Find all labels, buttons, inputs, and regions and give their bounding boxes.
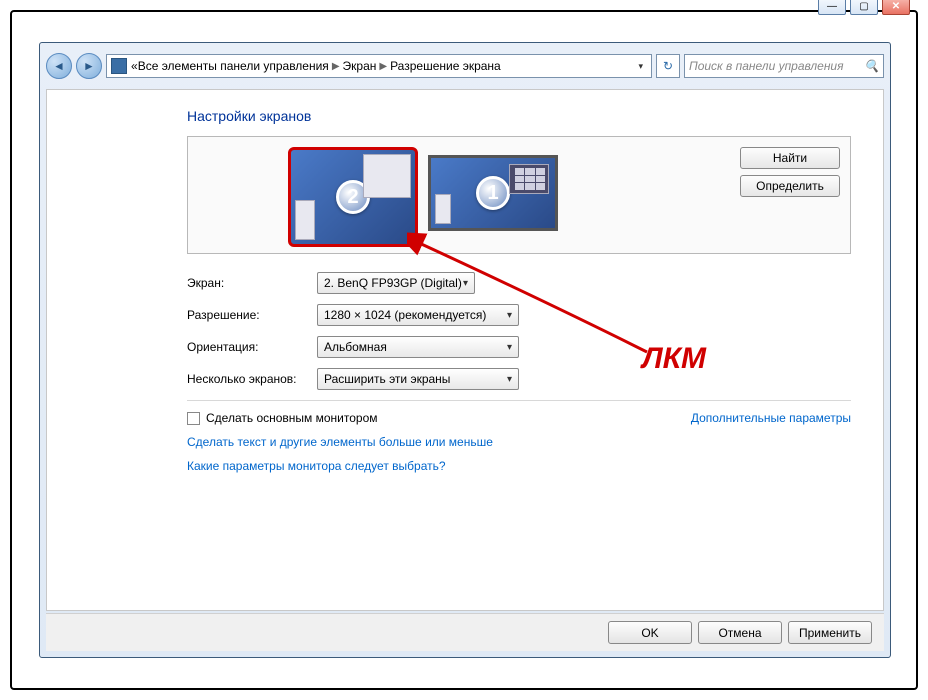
ok-button[interactable]: OK (608, 621, 692, 644)
navigation-bar: ◄ ► « Все элементы панели управления ▶ Э… (46, 49, 884, 83)
back-button[interactable]: ◄ (46, 53, 72, 79)
cancel-button[interactable]: Отмена (698, 621, 782, 644)
monitor-decoration (363, 154, 411, 198)
monitor-arrangement-area[interactable]: Найти Определить 2 1 (187, 136, 851, 254)
address-dropdown-icon[interactable]: ▾ (634, 61, 647, 72)
multiple-displays-select[interactable]: Расширить эти экраны (317, 368, 519, 390)
monitor-decoration (435, 194, 451, 224)
search-input[interactable]: Поиск в панели управления 🔍 (684, 54, 884, 78)
minimize-button[interactable]: — (818, 0, 846, 15)
dialog-button-bar: OK Отмена Применить (46, 613, 884, 651)
address-bar[interactable]: « Все элементы панели управления ▶ Экран… (106, 54, 652, 78)
advanced-settings-link[interactable]: Дополнительные параметры (691, 411, 851, 425)
control-panel-icon (111, 58, 127, 74)
monitor-1[interactable]: 1 (428, 155, 558, 231)
multiple-displays-label: Несколько экранов: (187, 372, 317, 386)
window: ◄ ► « Все элементы панели управления ▶ Э… (39, 42, 891, 658)
window-controls: — ▢ ✕ (818, 0, 910, 15)
apply-button[interactable]: Применить (788, 621, 872, 644)
resolution-select[interactable]: 1280 × 1024 (рекомендуется) (317, 304, 519, 326)
search-placeholder: Поиск в панели управления (689, 59, 844, 73)
monitor-number-badge: 1 (476, 176, 510, 210)
maximize-button[interactable]: ▢ (850, 0, 878, 15)
which-settings-link[interactable]: Какие параметры монитора следует выбрать… (187, 459, 851, 473)
divider (187, 400, 851, 401)
close-button[interactable]: ✕ (882, 0, 910, 15)
resolution-label: Разрешение: (187, 308, 317, 322)
chevron-right-icon: ▶ (379, 61, 387, 72)
breadcrumb-item[interactable]: Разрешение экрана (390, 59, 501, 73)
content-area: Настройки экранов Найти Определить 2 1 (46, 89, 884, 611)
breadcrumb-prefix: « (131, 59, 138, 73)
breadcrumb-item[interactable]: Экран (343, 59, 377, 73)
orientation-select[interactable]: Альбомная (317, 336, 519, 358)
breadcrumb-item[interactable]: Все элементы панели управления (138, 59, 329, 73)
text-size-link[interactable]: Сделать текст и другие элементы больше и… (187, 435, 851, 449)
screen-label: Экран: (187, 276, 317, 290)
make-primary-label: Сделать основным монитором (206, 411, 378, 425)
monitor-decoration (515, 168, 545, 190)
outer-frame: — ▢ ✕ ◄ ► « Все элементы панели управлен… (10, 10, 918, 690)
search-icon[interactable]: 🔍 (864, 59, 879, 73)
screen-select[interactable]: 2. BenQ FP93GP (Digital) (317, 272, 475, 294)
chevron-right-icon: ▶ (332, 61, 340, 72)
make-primary-checkbox[interactable] (187, 412, 200, 425)
identify-button[interactable]: Определить (740, 175, 840, 197)
page-title: Настройки экранов (187, 108, 851, 124)
refresh-button[interactable]: ↻ (656, 54, 680, 78)
orientation-label: Ориентация: (187, 340, 317, 354)
forward-button[interactable]: ► (76, 53, 102, 79)
find-button[interactable]: Найти (740, 147, 840, 169)
monitor-decoration (295, 200, 315, 240)
monitor-2[interactable]: 2 (288, 147, 418, 247)
